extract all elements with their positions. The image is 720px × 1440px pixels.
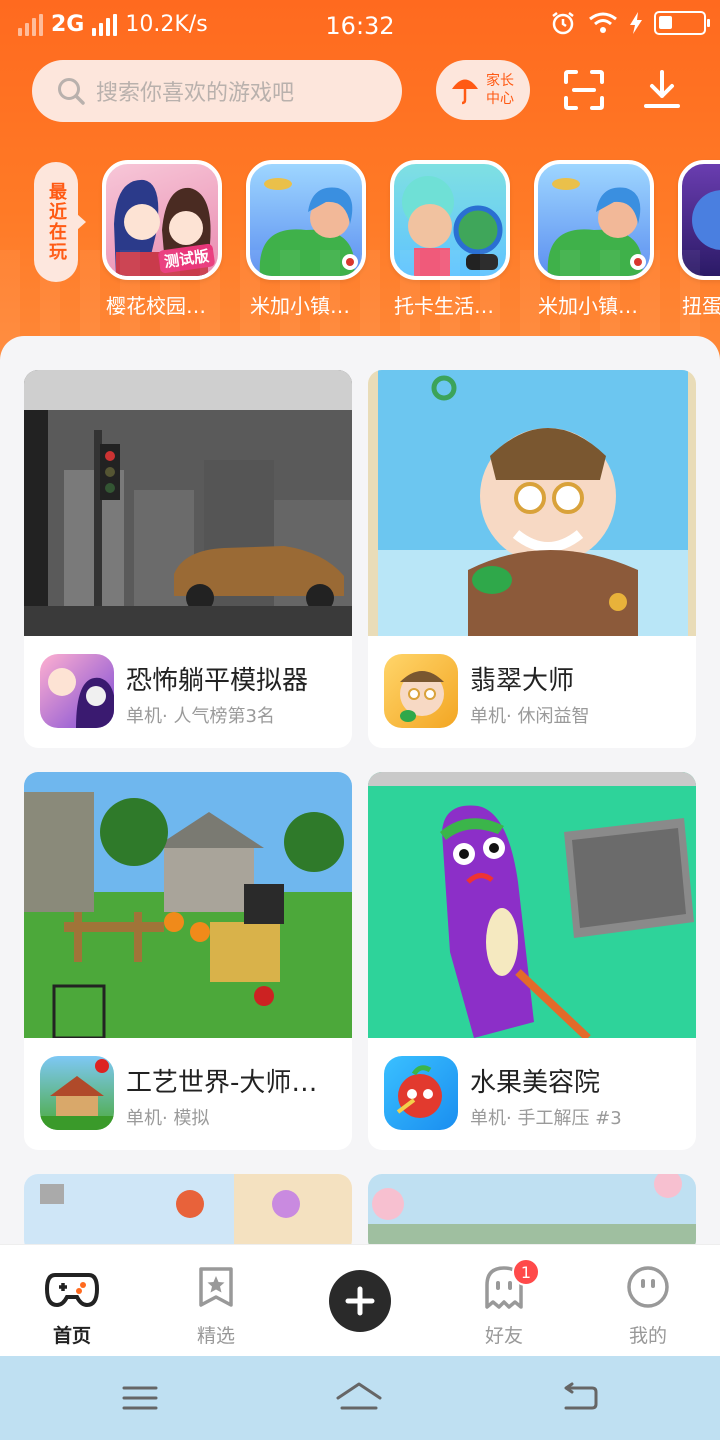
game-card[interactable]: 翡翠大师 单机· 休闲益智 xyxy=(368,370,696,748)
game-icon xyxy=(678,160,720,280)
status-bar: 2G 10.2K/s 16:32 xyxy=(0,0,720,52)
umbrella-icon xyxy=(452,79,478,105)
game-meta: 单机· 人气榜第3名 xyxy=(126,706,275,727)
game-meta: 单机· 模拟 xyxy=(126,1108,210,1129)
game-cover xyxy=(24,370,352,636)
search-icon xyxy=(58,78,85,105)
game-icon xyxy=(534,160,654,280)
friends-notification-badge: 1 xyxy=(512,1258,540,1286)
game-cover xyxy=(368,772,696,1038)
game-card[interactable] xyxy=(368,1174,696,1246)
game-icon xyxy=(40,654,114,728)
game-icon: 测试版 xyxy=(102,160,222,280)
search-bar[interactable]: 搜索你喜欢的游戏吧 xyxy=(32,60,402,122)
game-icon xyxy=(246,160,366,280)
tab-home-label: 首页 xyxy=(22,1321,122,1350)
game-card[interactable]: 水果美容院 单机· 手工解压 #3 xyxy=(368,772,696,1150)
recent-game-item[interactable]: 扭蛋… xyxy=(678,160,720,319)
game-card[interactable] xyxy=(24,1174,352,1246)
recent-played-tag: 最近在玩 xyxy=(34,162,86,282)
game-meta: 单机· 休闲益智 xyxy=(470,706,590,727)
alarm-icon xyxy=(552,12,574,35)
tab-me[interactable]: 我的 xyxy=(598,1265,698,1348)
bookmark-star-icon xyxy=(199,1267,233,1307)
game-feed: 恐怖躺平模拟器 单机· 人气榜第3名 翡翠大师 单机· 休闲益智 工艺世界-大师… xyxy=(0,336,720,1246)
game-name: 水果美容院 xyxy=(470,1068,601,1098)
game-cover xyxy=(24,1174,352,1246)
plus-icon xyxy=(345,1286,375,1316)
menu-icon[interactable] xyxy=(120,1378,160,1418)
recent-game-name: 米加小镇… xyxy=(538,294,638,318)
game-name: 工艺世界-大师… xyxy=(126,1068,318,1098)
parent-center-label: 家长中心 xyxy=(486,73,514,107)
search-placeholder: 搜索你喜欢的游戏吧 xyxy=(96,81,295,106)
smiley-icon xyxy=(627,1266,669,1308)
recent-game-item[interactable]: 米加小镇… xyxy=(534,160,654,319)
recent-game-name: 托卡生活… xyxy=(394,294,494,318)
tab-friends[interactable]: 好友 xyxy=(454,1265,554,1348)
header: 2G 10.2K/s 16:32 搜索你喜欢的游戏吧 家长中心 最近在玩 测试版… xyxy=(0,0,720,380)
recent-game-item[interactable]: 测试版 樱花校园… xyxy=(102,160,222,319)
game-icon xyxy=(384,1056,458,1130)
recent-game-item[interactable]: 米加小镇… xyxy=(246,160,366,319)
wifi-icon xyxy=(589,12,617,33)
tab-home[interactable]: 首页 xyxy=(22,1265,122,1350)
recent-game-name: 樱花校园… xyxy=(106,294,206,318)
recent-game-item[interactable]: 托卡生活… xyxy=(390,160,510,319)
gamepad-icon xyxy=(44,1273,100,1308)
recent-played-label: 最近在玩 xyxy=(46,182,67,262)
parent-center-button[interactable]: 家长中心 xyxy=(436,60,530,120)
home-icon[interactable] xyxy=(334,1378,384,1418)
game-name: 翡翠大师 xyxy=(470,666,575,696)
game-icon xyxy=(384,654,458,728)
recent-game-name: 扭蛋… xyxy=(682,294,720,318)
game-cover xyxy=(368,370,696,636)
tab-friends-label: 好友 xyxy=(484,1325,523,1347)
scan-icon[interactable] xyxy=(560,66,608,114)
back-icon[interactable] xyxy=(560,1378,600,1418)
game-name: 恐怖躺平模拟器 xyxy=(126,666,309,696)
charging-icon xyxy=(630,12,642,34)
download-icon[interactable] xyxy=(638,66,686,114)
tab-featured[interactable]: 精选 xyxy=(166,1265,266,1348)
game-icon xyxy=(390,160,510,280)
tab-me-label: 我的 xyxy=(628,1325,667,1347)
game-card[interactable]: 恐怖躺平模拟器 单机· 人气榜第3名 xyxy=(24,370,352,748)
game-cover xyxy=(24,772,352,1038)
create-button[interactable] xyxy=(329,1270,391,1332)
tab-featured-label: 精选 xyxy=(196,1325,235,1347)
game-meta: 单机· 手工解压 #3 xyxy=(470,1108,622,1129)
game-cover xyxy=(368,1174,696,1246)
game-card[interactable]: 工艺世界-大师… 单机· 模拟 xyxy=(24,772,352,1150)
system-navigation-bar xyxy=(0,1356,720,1440)
game-icon xyxy=(40,1056,114,1130)
battery-icon xyxy=(654,11,710,35)
recent-game-name: 米加小镇… xyxy=(250,294,350,318)
